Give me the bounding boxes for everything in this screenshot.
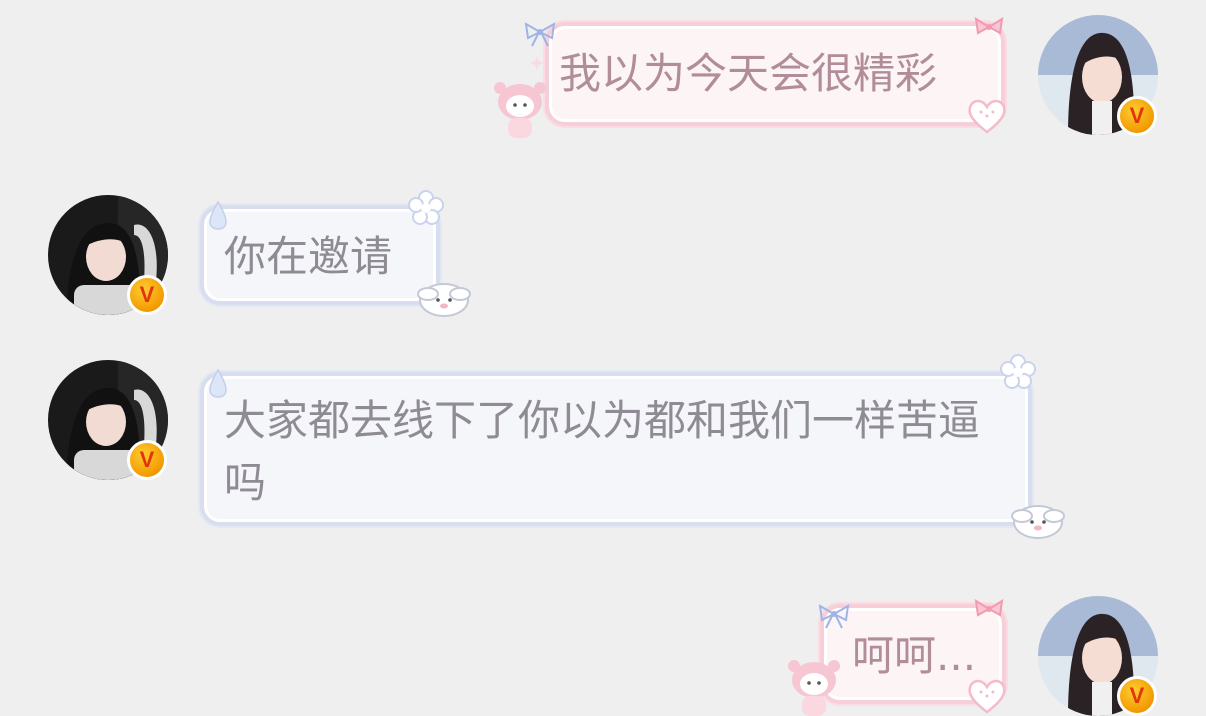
- badge-glyph: V: [1129, 103, 1145, 128]
- message-text: 大家都去线下了你以为都和我们一样苦逼吗: [224, 396, 981, 507]
- droplet-icon: [209, 368, 227, 398]
- bow-icon: [974, 17, 1004, 35]
- verified-badge-icon: V: [1117, 96, 1157, 136]
- message-text: 我以为今天会很精彩: [559, 49, 938, 98]
- flower-icon: [408, 190, 444, 225]
- verified-badge-icon: V: [127, 440, 167, 480]
- badge-glyph: V: [1129, 683, 1145, 708]
- message-text: 呵呵...: [852, 631, 977, 680]
- verified-badge-icon: V: [1117, 676, 1157, 716]
- badge-glyph: V: [139, 447, 155, 472]
- bunny-icon: [1011, 505, 1065, 539]
- bow-icon: [818, 604, 850, 629]
- bunny-icon: [417, 283, 471, 317]
- message-text: 你在邀请: [224, 232, 393, 281]
- bow-icon: [524, 22, 556, 47]
- badge-glyph: V: [139, 282, 155, 307]
- sticker-icon: [494, 82, 546, 138]
- message-bubble[interactable]: 你在邀请: [200, 205, 440, 305]
- droplet-icon: [209, 200, 227, 230]
- heart-icon: [968, 679, 1006, 714]
- message-bubble[interactable]: 大家都去线下了你以为都和我们一样苦逼吗: [200, 372, 1032, 526]
- flower-icon: [1000, 354, 1036, 389]
- heart-icon: [968, 99, 1006, 134]
- message-bubble[interactable]: 我以为今天会很精彩: [545, 22, 1005, 126]
- sticker-icon: [788, 660, 840, 716]
- star-icon: [530, 56, 544, 70]
- bow-icon: [974, 599, 1004, 617]
- verified-badge-icon: V: [127, 275, 167, 315]
